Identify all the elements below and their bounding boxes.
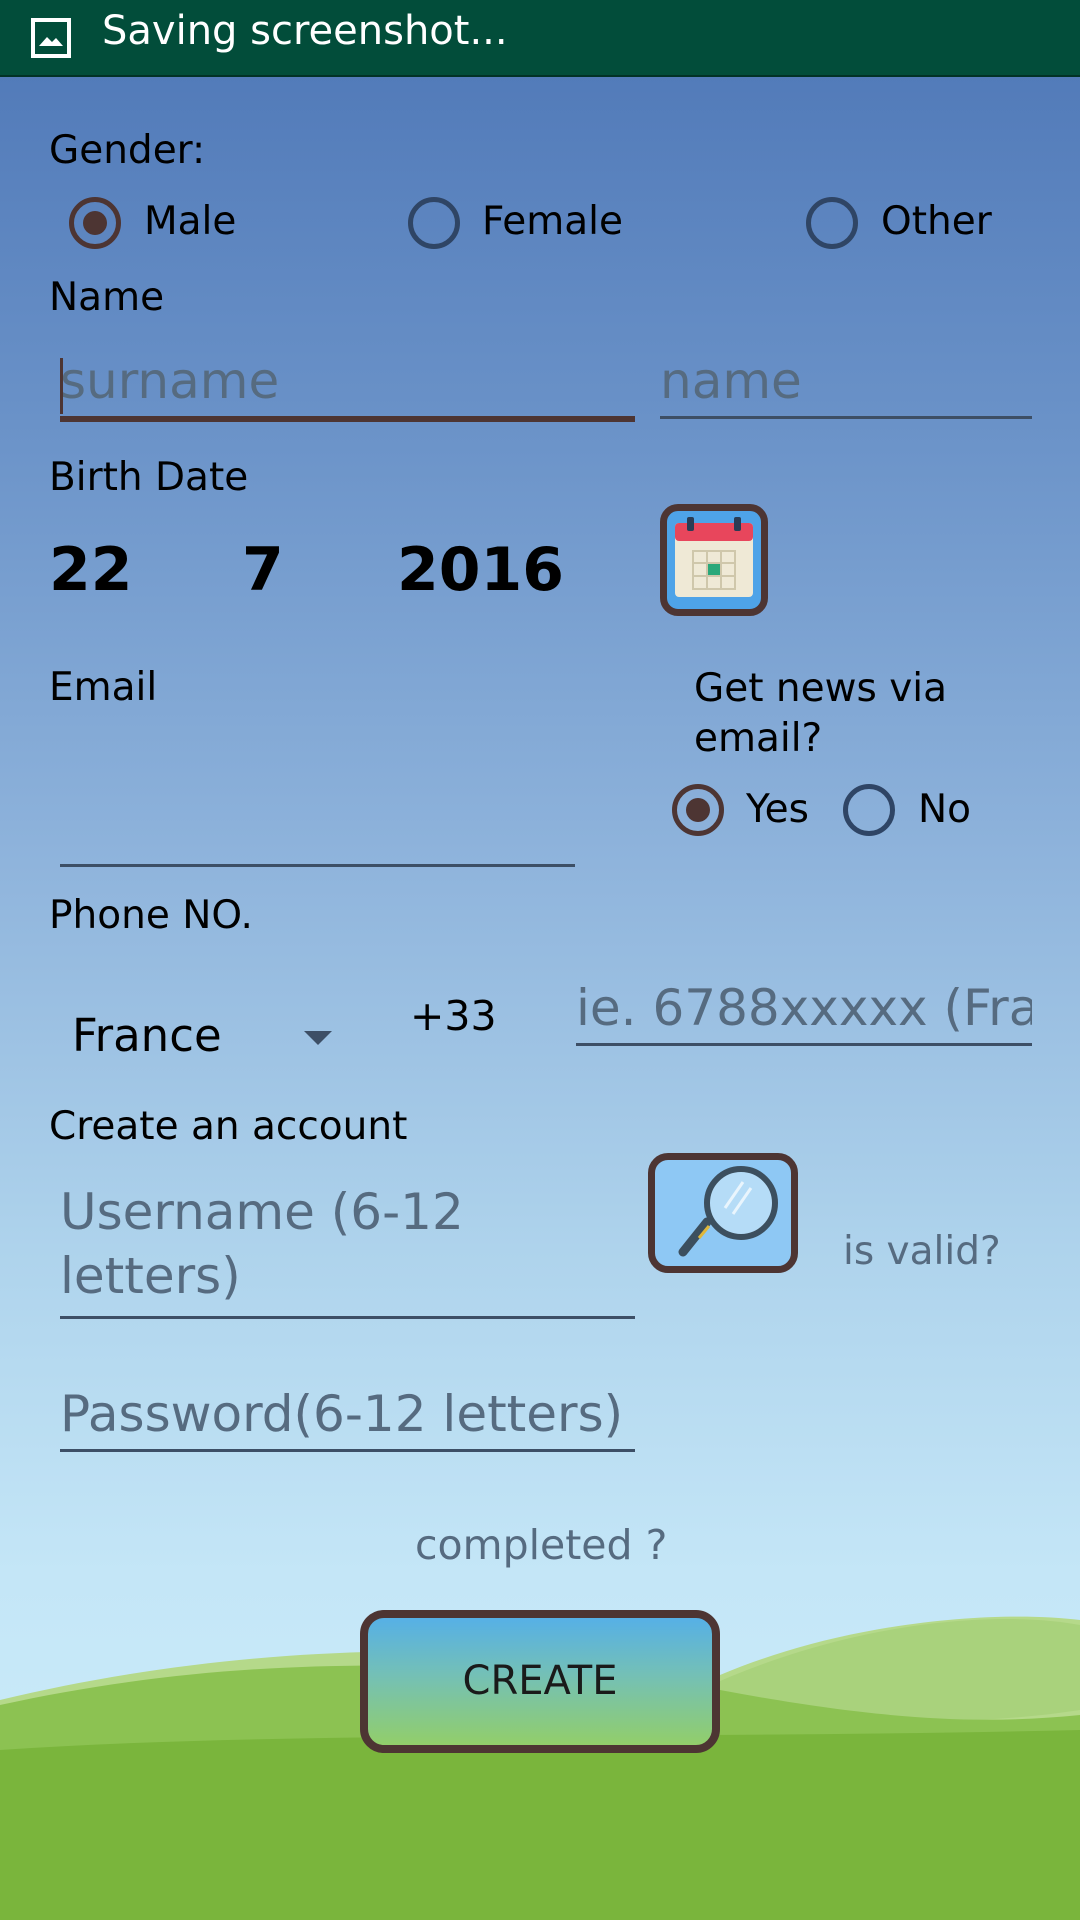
surname-input[interactable]: surname — [60, 352, 635, 422]
news-yes-radio[interactable] — [672, 784, 724, 836]
news-label: Get news via email? — [694, 666, 948, 761]
country-code: +33 — [410, 992, 497, 1040]
password-placeholder: Password(6-12 letters) — [60, 1385, 624, 1443]
news-no-radio[interactable] — [843, 784, 895, 836]
status-text: Saving screenshot... — [102, 8, 508, 54]
name-placeholder: name — [660, 352, 802, 410]
surname-placeholder: surname — [60, 352, 280, 410]
news-no-label[interactable]: No — [918, 787, 971, 832]
search-icon — [678, 1166, 778, 1257]
valid-status: is valid? — [843, 1229, 1001, 1274]
gender-male-label[interactable]: Male — [144, 199, 236, 244]
username-placeholder: Username (6-12 letters) — [60, 1183, 464, 1305]
gender-other-radio[interactable] — [806, 197, 858, 249]
date-picker-button[interactable] — [660, 504, 768, 616]
birth-date-label: Birth Date — [49, 455, 249, 500]
status-bar: Saving screenshot... — [0, 0, 1080, 77]
chevron-down-icon — [304, 1031, 332, 1045]
completed-status: completed ? — [415, 1521, 668, 1569]
name-label: Name — [49, 275, 165, 320]
name-input[interactable]: name — [660, 352, 1032, 419]
country-value: France — [72, 1009, 222, 1062]
account-label: Create an account — [49, 1104, 408, 1149]
gender-other-label[interactable]: Other — [881, 199, 992, 244]
gender-label: Gender: — [49, 128, 206, 173]
text-cursor — [60, 358, 63, 414]
password-input[interactable]: Password(6-12 letters) — [60, 1385, 635, 1452]
email-input[interactable] — [60, 800, 575, 867]
username-input[interactable]: Username (6-12 letters) — [60, 1180, 635, 1319]
phone-label: Phone NO. — [49, 893, 253, 938]
create-button[interactable]: CREATE — [360, 1610, 720, 1753]
check-username-button[interactable] — [648, 1153, 798, 1273]
phone-input[interactable]: ie. 6788xxxxx (Frar — [576, 979, 1032, 1046]
registration-screen: Saving screenshot... Gender: Male Female… — [0, 0, 1080, 1920]
birth-month[interactable]: 7 — [242, 535, 284, 605]
birth-day[interactable]: 22 — [49, 535, 133, 605]
gender-female-radio[interactable] — [408, 197, 460, 249]
screenshot-icon — [31, 18, 71, 58]
birth-year[interactable]: 2016 — [397, 535, 564, 605]
country-dropdown[interactable]: France — [60, 1005, 350, 1075]
calendar-icon — [675, 517, 753, 597]
gender-male-radio[interactable] — [69, 197, 121, 249]
gender-female-label[interactable]: Female — [482, 199, 623, 244]
phone-placeholder: ie. 6788xxxxx (Frar — [576, 979, 1032, 1037]
email-label: Email — [49, 665, 158, 710]
news-yes-label[interactable]: Yes — [746, 787, 809, 832]
